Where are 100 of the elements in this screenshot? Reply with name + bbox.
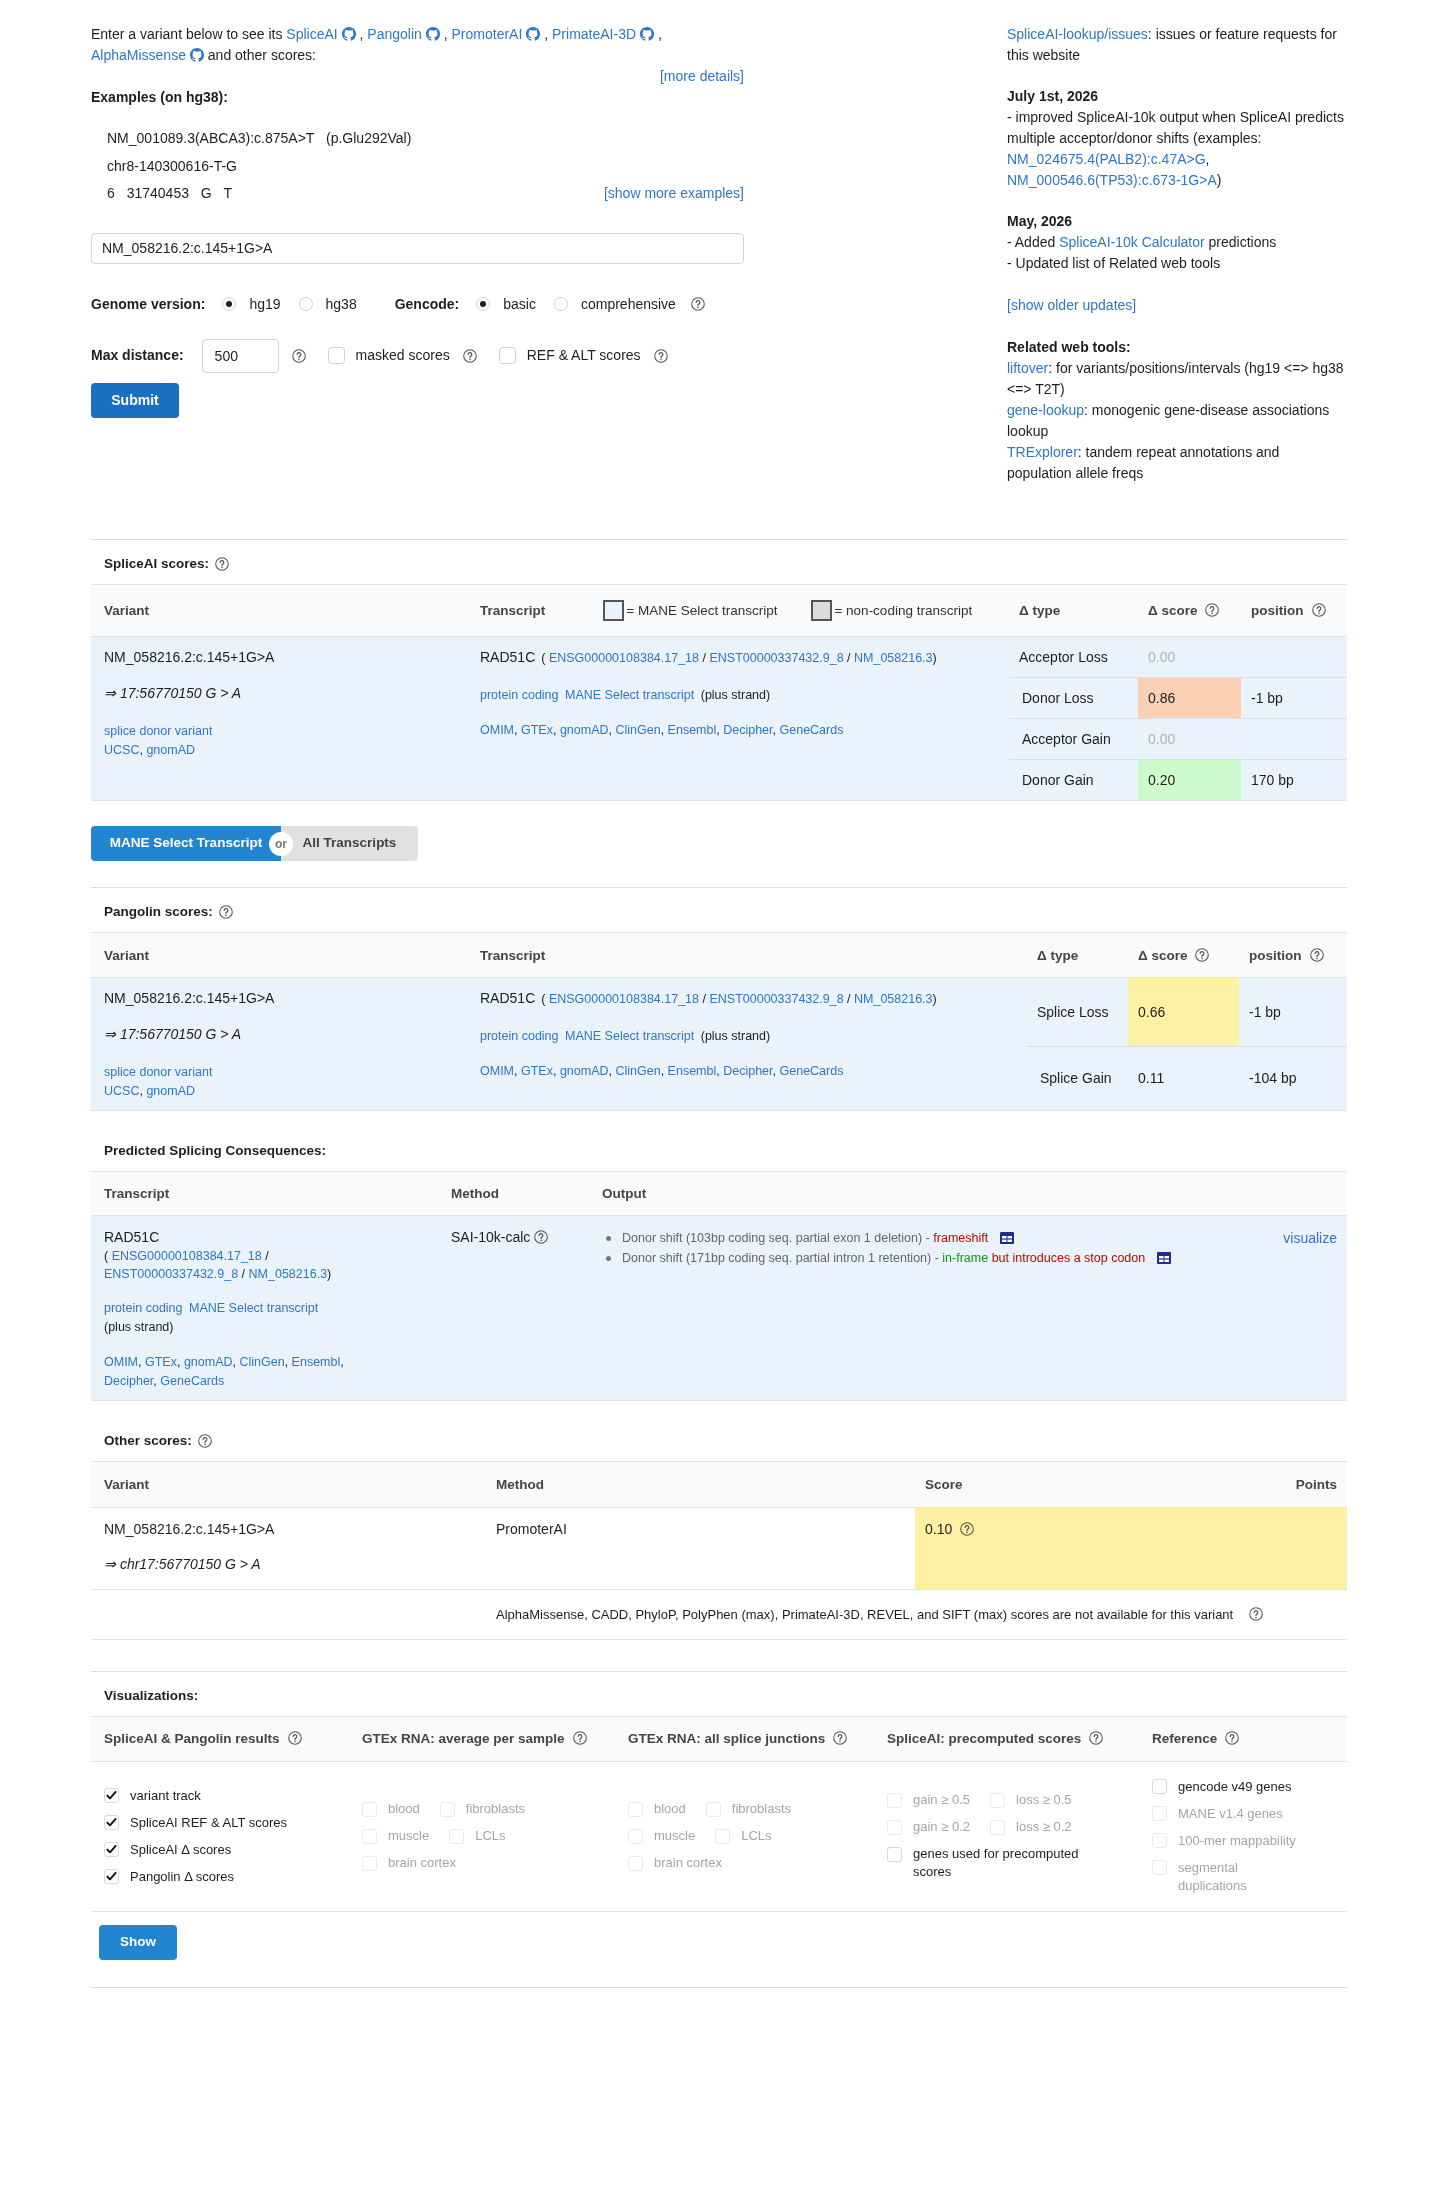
help-icon[interactable] [215,556,230,571]
transcript-id-link[interactable]: ENST00000337432.9_8 [104,1266,239,1281]
checkbox[interactable] [327,347,345,364]
checkbox[interactable] [104,1869,119,1884]
resource-link[interactable]: GeneCards [160,1374,225,1388]
help-icon[interactable] [197,1433,212,1448]
help-icon[interactable] [534,1230,549,1244]
tool-link[interactable]: Pangolin [367,26,422,42]
transcript-id-link[interactable]: ENST00000337432.9_8 [709,651,844,665]
table-icon[interactable] [1000,1232,1015,1244]
browser-link[interactable]: gnomAD [146,1084,195,1098]
cat-icon[interactable] [425,27,440,41]
gene-name: RAD51C [104,1228,161,1247]
help-icon[interactable] [833,1731,848,1745]
help-icon[interactable] [1311,603,1326,617]
resource-link[interactable]: GTEx [521,1064,553,1078]
checkbox[interactable] [104,1788,119,1803]
transcript-id-link[interactable]: ENST00000337432.9_8 [709,992,844,1006]
help-icon[interactable] [1225,1731,1240,1745]
cat-icon[interactable] [341,27,356,41]
submit-button[interactable]: Submit [91,382,179,418]
cat-icon[interactable] [526,27,541,41]
help-icon[interactable] [960,1521,975,1536]
help-icon[interactable] [1205,603,1220,617]
show-older-link[interactable]: [show older updates] [1007,297,1137,313]
transcript-id-link[interactable]: NM_058216.3 [854,992,933,1006]
update-link[interactable]: SpliceAI-10k Calculator [1059,234,1205,250]
help-icon[interactable] [1249,1606,1264,1621]
update-link[interactable]: NM_024675.4(PALB2):c.47A>G [1007,151,1206,167]
transcript-tag-link[interactable]: protein coding [480,688,559,702]
resource-link[interactable]: GTEx [145,1355,177,1369]
consequence-link[interactable]: splice donor variant [104,724,213,738]
transcript-tag-link[interactable]: protein coding [480,1029,559,1043]
radio-button[interactable] [222,297,237,311]
resource-link[interactable]: gnomAD [183,1355,233,1369]
radio-button[interactable] [553,297,568,311]
help-icon[interactable] [1309,947,1324,962]
tool-link[interactable]: PrimateAI-3D [552,26,637,42]
resource-link[interactable]: OMIM [480,1064,515,1078]
help-icon[interactable] [1195,947,1210,962]
variant-input[interactable]: NM_058216.2:c.145+1G>A [91,232,744,264]
tool-link[interactable]: SpliceAI [286,26,338,42]
resource-link[interactable]: Decipher [104,1374,154,1388]
transcript-tag-link[interactable]: MANE Select transcript [189,1301,319,1315]
transcript-tag-link[interactable]: protein coding [104,1301,183,1315]
visualize-link[interactable]: visualize [1283,1228,1337,1268]
transcript-id-link[interactable]: ENSG00000108384.17_18 [548,992,700,1006]
resource-link[interactable]: Decipher [723,723,773,737]
help-icon[interactable] [287,1731,302,1745]
issues-link[interactable]: SpliceAI-lookup/issues [1007,26,1148,42]
resource-link[interactable]: ClinGen [239,1355,285,1369]
example-variant[interactable]: NM_001089.3(ABCA3):c.875A>T (p.Glu292Val) [107,125,412,153]
checkbox[interactable] [887,1846,902,1862]
checkbox[interactable] [104,1815,119,1830]
help-icon[interactable] [572,1731,587,1745]
transcript-id-link[interactable]: NM_058216.3 [854,651,933,665]
transcript-tag-link[interactable]: MANE Select transcript [565,1029,695,1043]
cat-icon[interactable] [640,27,655,41]
resource-link[interactable]: GeneCards [779,723,844,737]
checkbox[interactable] [498,347,516,364]
resource-link[interactable]: ClinGen [615,1064,661,1078]
more-details-link[interactable]: [more details] [659,68,744,84]
checkbox[interactable] [104,1842,119,1857]
resource-link[interactable]: gnomAD [559,1064,609,1078]
cat-icon[interactable] [189,48,204,62]
transcript-id-link[interactable]: NM_058216.3 [248,1266,328,1281]
resource-link[interactable]: Decipher [723,1064,773,1078]
resource-link[interactable]: ClinGen [615,723,661,737]
tool-link[interactable]: PromoterAI [451,26,523,42]
transcript-id-link[interactable]: ENSG00000108384.17_18 [548,651,700,665]
table-icon[interactable] [1157,1252,1172,1264]
help-icon[interactable] [1089,1731,1104,1745]
show-button[interactable]: Show [99,1924,177,1960]
help-icon[interactable] [218,904,233,919]
example-variant[interactable]: chr8-140300616-T-G [107,152,237,180]
availability-note: AlphaMissense, CADD, PhyloP, PolyPhen (max), PrimateAI-3D, REVEL, and SIFT (max) scores are not available for this variant [496,1606,1234,1622]
radio-button[interactable] [298,297,313,311]
resource-link[interactable]: GTEx [521,723,553,737]
distance-input[interactable]: 500 [201,338,279,373]
help-icon[interactable] [462,348,477,363]
web-tool-link[interactable]: TRExplorer [1007,444,1078,460]
help-icon[interactable] [291,348,306,363]
transcript-tag-link[interactable]: MANE Select transcript [565,688,695,702]
radio-button[interactable] [476,297,491,311]
help-icon[interactable] [653,348,668,363]
tool-link[interactable]: AlphaMissense [91,47,186,63]
browser-link[interactable]: gnomAD [146,743,195,757]
resource-link[interactable]: OMIM [104,1355,139,1369]
score-position: -1 bp [1241,677,1347,719]
update-link[interactable]: NM_000546.6(TP53):c.673-1G>A [1007,172,1217,188]
transcript-id-link[interactable]: ENSG00000108384.17_18 [111,1249,262,1263]
checkbox[interactable] [1152,1779,1167,1794]
show-more-link[interactable]: [show more examples] [603,180,744,208]
resource-link[interactable]: gnomAD [559,723,609,737]
example-variant[interactable]: 6 31740453 G T [107,180,232,208]
help-icon[interactable] [690,297,705,311]
consequence-link[interactable]: splice donor variant [104,1065,213,1079]
resource-link[interactable]: OMIM [480,723,515,737]
resource-link[interactable]: GeneCards [779,1064,844,1078]
score-position: -1 bp [1239,977,1347,1047]
